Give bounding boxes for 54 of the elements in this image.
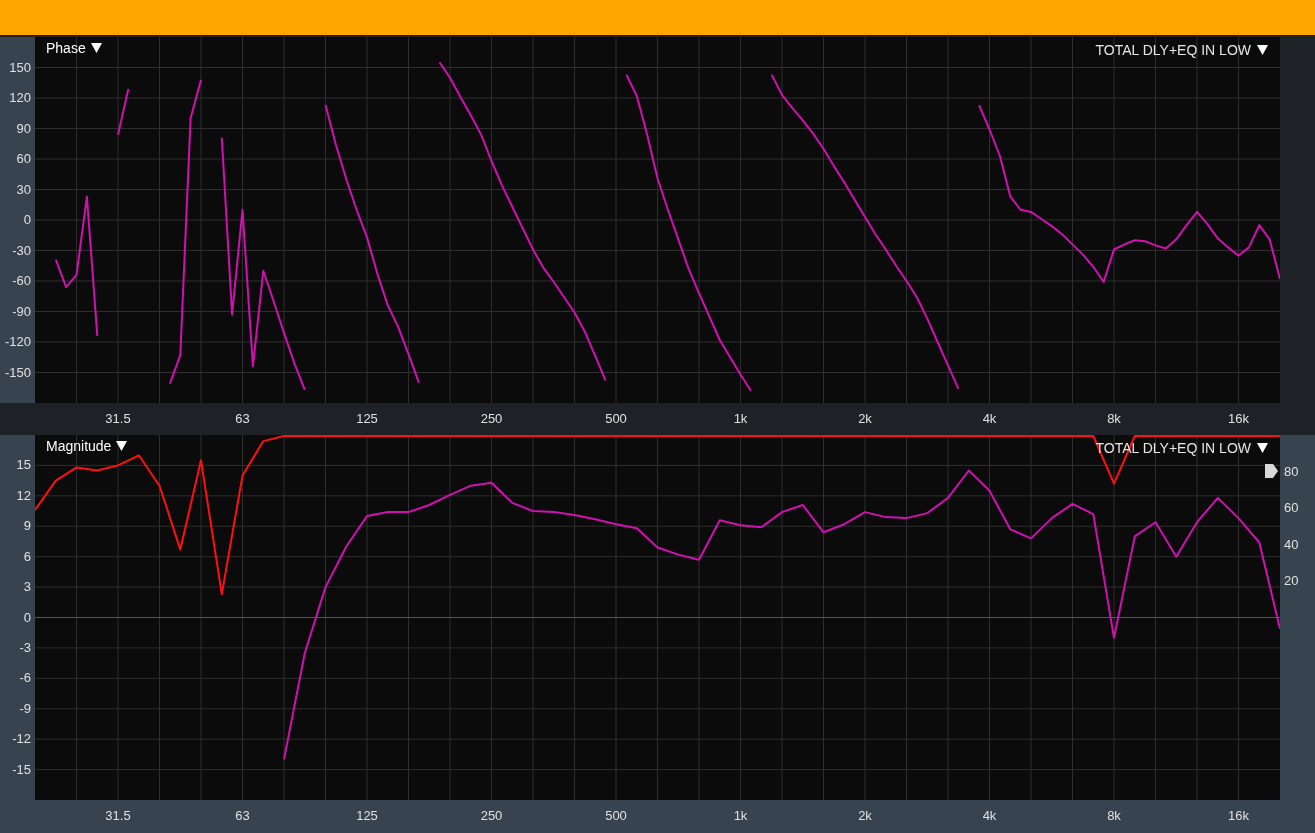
axis-tick-label: 250 bbox=[480, 412, 503, 425]
axis-tick-label: 63 bbox=[235, 809, 250, 822]
axis-tick-label: -120 bbox=[4, 335, 31, 348]
axis-tick-label: 60 bbox=[1284, 501, 1299, 514]
caret-icon bbox=[1257, 443, 1268, 453]
axis-tick-label: -30 bbox=[12, 243, 31, 257]
axis-tick-label: 9 bbox=[23, 519, 31, 533]
axis-tick-label: 0 bbox=[23, 610, 31, 624]
axis-tick-label: 60 bbox=[16, 152, 31, 165]
axis-tick-label: -9 bbox=[19, 701, 31, 715]
axis-tick-label: 125 bbox=[356, 809, 378, 822]
axis-tick-label: 1k bbox=[733, 412, 748, 425]
axis-tick-label: 31.5 bbox=[105, 809, 131, 822]
axis-tick-label: 150 bbox=[9, 60, 31, 74]
axis-tick-label: 63 bbox=[235, 412, 250, 425]
axis-tick-label: 90 bbox=[16, 121, 31, 135]
trace-label[interactable]: TOTAL DLY+EQ IN LOW bbox=[1095, 43, 1251, 57]
axis-tick-label: -3 bbox=[19, 640, 31, 654]
caret-icon bbox=[116, 441, 128, 451]
pointer-icon[interactable] bbox=[1263, 463, 1279, 479]
chart-title[interactable]: Magnitude bbox=[46, 439, 112, 453]
axis-tick-label: 16k bbox=[1228, 412, 1249, 425]
axis-tick-label: 8k bbox=[1107, 809, 1121, 822]
axis-tick-label: 500 bbox=[605, 412, 627, 425]
axis-tick-label: 2k bbox=[858, 412, 872, 425]
axis-tick-label: 1k bbox=[733, 809, 748, 822]
caret-icon bbox=[1257, 45, 1268, 55]
axis-tick-label: 30 bbox=[16, 182, 31, 196]
axis-tick-label: 4k bbox=[982, 412, 997, 425]
axis-tick-label: 125 bbox=[356, 412, 378, 425]
axis-tick-label: 80 bbox=[1284, 464, 1299, 478]
axis-tick-label: -150 bbox=[4, 365, 31, 379]
axis-tick-label: 500 bbox=[605, 809, 627, 822]
axis-tick-label: -6 bbox=[19, 671, 31, 685]
axis-tick-label: -12 bbox=[12, 732, 31, 746]
axis-tick-label: 31.5 bbox=[105, 412, 131, 425]
axis-tick-label: 4k bbox=[982, 809, 997, 822]
axis-tick-label: 2k bbox=[858, 809, 872, 822]
axis-tick-label: 20 bbox=[1284, 574, 1299, 587]
axis-tick-label: 3 bbox=[23, 580, 31, 594]
axis-tick-label: 8k bbox=[1107, 412, 1121, 425]
axis-tick-label: 120 bbox=[9, 91, 31, 104]
axis-tick-label: 40 bbox=[1284, 537, 1299, 551]
chart-title[interactable]: Phase bbox=[46, 41, 86, 55]
axis-tick-label: -90 bbox=[12, 304, 31, 318]
axis-tick-label: 15 bbox=[16, 458, 31, 472]
caret-icon bbox=[90, 43, 102, 53]
axis-tick-label: 16k bbox=[1228, 809, 1249, 822]
axis-tick-label: 6 bbox=[23, 549, 31, 563]
axis-tick-label: -15 bbox=[12, 762, 31, 776]
axis-tick-label: 12 bbox=[16, 488, 31, 502]
axis-tick-label: 0 bbox=[23, 213, 31, 226]
axis-tick-label: 250 bbox=[480, 809, 503, 822]
axis-tick-label: -60 bbox=[12, 274, 31, 287]
